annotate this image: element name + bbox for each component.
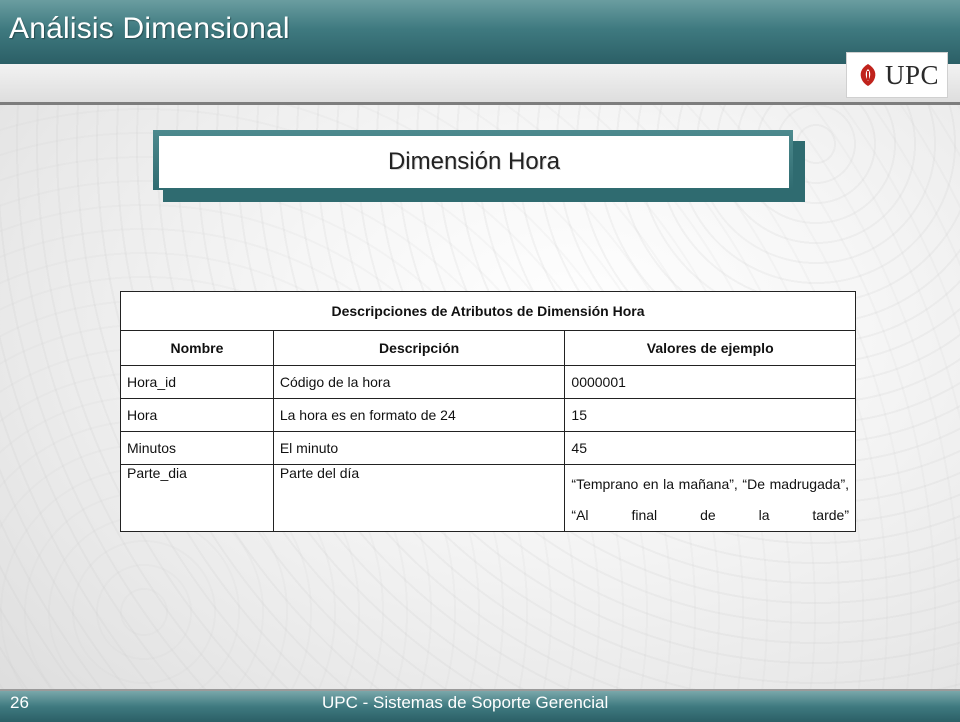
table-row: Parte_dia Parte del día “Temprano en la … bbox=[120, 464, 856, 532]
cell-valores: 15 bbox=[564, 398, 856, 432]
attributes-table: Descripciones de Atributos de Dimensión … bbox=[120, 291, 856, 532]
table-row: Minutos El minuto 45 bbox=[120, 431, 856, 465]
cell-nombre: Parte_dia bbox=[120, 464, 274, 532]
table-row: Hora_id Código de la hora 0000001 bbox=[120, 365, 856, 399]
upc-emblem-icon bbox=[860, 64, 876, 86]
cell-nombre: Minutos bbox=[120, 431, 274, 465]
cell-valores: 0000001 bbox=[564, 365, 856, 399]
section-title: Dimensión Hora bbox=[387, 148, 561, 175]
table-caption: Descripciones de Atributos de Dimensión … bbox=[120, 291, 856, 331]
cell-valores: 45 bbox=[564, 431, 856, 465]
cell-nombre: Hora_id bbox=[120, 365, 274, 399]
logo-text: UPC bbox=[884, 59, 940, 90]
column-header-nombre: Nombre bbox=[120, 330, 274, 366]
page-number: 26 bbox=[10, 693, 29, 712]
column-header-descripcion: Descripción bbox=[272, 330, 566, 366]
section-title-box: Dimensión Hora bbox=[159, 136, 789, 188]
cell-valores: “Temprano en la mañana”, “De madrugada”,… bbox=[564, 464, 856, 532]
header-strip bbox=[0, 64, 960, 105]
cell-descripcion: La hora es en formato de 24 bbox=[272, 398, 566, 432]
header-bar: Análisis Dimensional bbox=[0, 0, 960, 64]
slide-title: Análisis Dimensional bbox=[9, 12, 290, 45]
cell-descripcion: El minuto bbox=[272, 431, 566, 465]
cell-descripcion: Código de la hora bbox=[272, 365, 566, 399]
table-row: Hora La hora es en formato de 24 15 bbox=[120, 398, 856, 432]
cell-descripcion: Parte del día bbox=[272, 464, 566, 532]
cell-nombre: Hora bbox=[120, 398, 274, 432]
column-header-valores: Valores de ejemplo bbox=[564, 330, 856, 366]
footer-text: UPC - Sistemas de Soporte Gerencial bbox=[322, 693, 609, 712]
upc-logo: UPC bbox=[846, 52, 948, 98]
